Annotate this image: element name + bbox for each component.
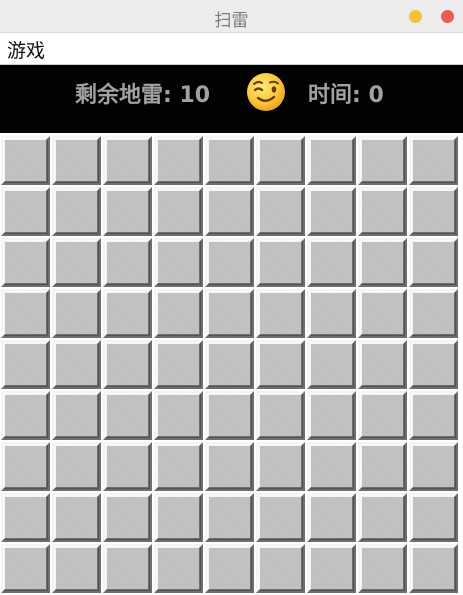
mine-cell[interactable] [307,238,356,287]
mine-cell[interactable] [256,544,305,593]
mine-cell[interactable] [1,136,50,185]
mine-cell[interactable] [103,289,152,338]
mine-cell[interactable] [103,340,152,389]
minesweeper-window: 扫雷 游戏 剩余地雷: 10 时间: 0 [0,0,463,595]
mine-cell[interactable] [409,493,458,542]
mine-cell[interactable] [205,391,254,440]
timer-display: 时间: 0 [308,83,384,108]
mine-cell[interactable] [358,544,407,593]
mine-cell[interactable] [307,493,356,542]
mine-cell[interactable] [307,391,356,440]
mine-cell[interactable] [52,391,101,440]
mine-cell[interactable] [154,289,203,338]
mine-cell[interactable] [52,340,101,389]
mine-cell[interactable] [52,136,101,185]
mine-cell[interactable] [358,289,407,338]
mine-cell[interactable] [256,238,305,287]
mine-cell[interactable] [409,187,458,236]
mine-cell[interactable] [1,493,50,542]
mine-cell[interactable] [358,340,407,389]
mine-cell[interactable] [307,442,356,491]
mine-cell[interactable] [307,187,356,236]
mine-cell[interactable] [103,238,152,287]
window-title: 扫雷 [214,11,249,31]
mine-cell[interactable] [154,544,203,593]
mine-cell[interactable] [103,442,152,491]
mine-cell[interactable] [154,238,203,287]
mines-remaining-counter: 剩余地雷: 10 [75,83,211,108]
mine-cell[interactable] [256,391,305,440]
mine-cell[interactable] [1,238,50,287]
mine-cell[interactable] [154,442,203,491]
menu-item-game[interactable]: 游戏 [7,36,45,63]
mine-cell[interactable] [409,544,458,593]
mine-cell[interactable] [103,136,152,185]
mine-cell[interactable] [154,391,203,440]
mine-cell[interactable] [307,289,356,338]
mine-cell[interactable] [307,544,356,593]
mine-cell[interactable] [205,136,254,185]
mine-cell[interactable] [1,442,50,491]
mine-cell[interactable] [154,187,203,236]
mine-cell[interactable] [52,544,101,593]
close-button[interactable] [441,10,454,23]
mine-cell[interactable] [256,493,305,542]
mine-cell[interactable] [1,187,50,236]
mine-cell[interactable] [52,238,101,287]
mine-cell[interactable] [358,442,407,491]
mine-cell[interactable] [154,340,203,389]
mine-cell[interactable] [205,493,254,542]
status-bar: 剩余地雷: 10 时间: 0 [0,65,463,133]
title-bar[interactable]: 扫雷 [0,0,463,33]
mine-cell[interactable] [256,289,305,338]
mine-cell[interactable] [409,289,458,338]
mine-cell[interactable] [409,391,458,440]
mine-cell[interactable] [358,187,407,236]
mine-cell[interactable] [358,136,407,185]
mine-cell[interactable] [358,391,407,440]
mine-cell[interactable] [256,136,305,185]
mine-cell[interactable] [1,289,50,338]
minimize-button[interactable] [409,10,422,23]
mine-cell[interactable] [103,544,152,593]
face-reset-button[interactable] [245,71,287,113]
mine-cell[interactable] [1,391,50,440]
mine-cell[interactable] [205,238,254,287]
mine-cell[interactable] [358,493,407,542]
mine-cell[interactable] [52,289,101,338]
mine-cell[interactable] [103,391,152,440]
mine-cell[interactable] [1,340,50,389]
mine-cell[interactable] [205,289,254,338]
mine-cell[interactable] [103,187,152,236]
mine-cell[interactable] [205,442,254,491]
mine-cell[interactable] [307,340,356,389]
mine-cell[interactable] [52,442,101,491]
mine-cell[interactable] [256,187,305,236]
mine-cell[interactable] [358,238,407,287]
mine-cell[interactable] [409,238,458,287]
mine-cell[interactable] [52,493,101,542]
mine-cell[interactable] [52,187,101,236]
mine-cell[interactable] [1,544,50,593]
mine-cell[interactable] [256,340,305,389]
winking-face-icon [247,73,285,111]
mine-cell[interactable] [154,493,203,542]
mine-cell[interactable] [409,340,458,389]
minefield-grid [0,133,463,595]
mine-cell[interactable] [103,493,152,542]
mine-cell[interactable] [154,136,203,185]
mine-cell[interactable] [205,544,254,593]
mine-cell[interactable] [256,442,305,491]
mine-cell[interactable] [205,340,254,389]
menu-bar: 游戏 [0,33,463,65]
mine-cell[interactable] [409,442,458,491]
mine-cell[interactable] [205,187,254,236]
mine-cell[interactable] [307,136,356,185]
mine-cell[interactable] [409,136,458,185]
